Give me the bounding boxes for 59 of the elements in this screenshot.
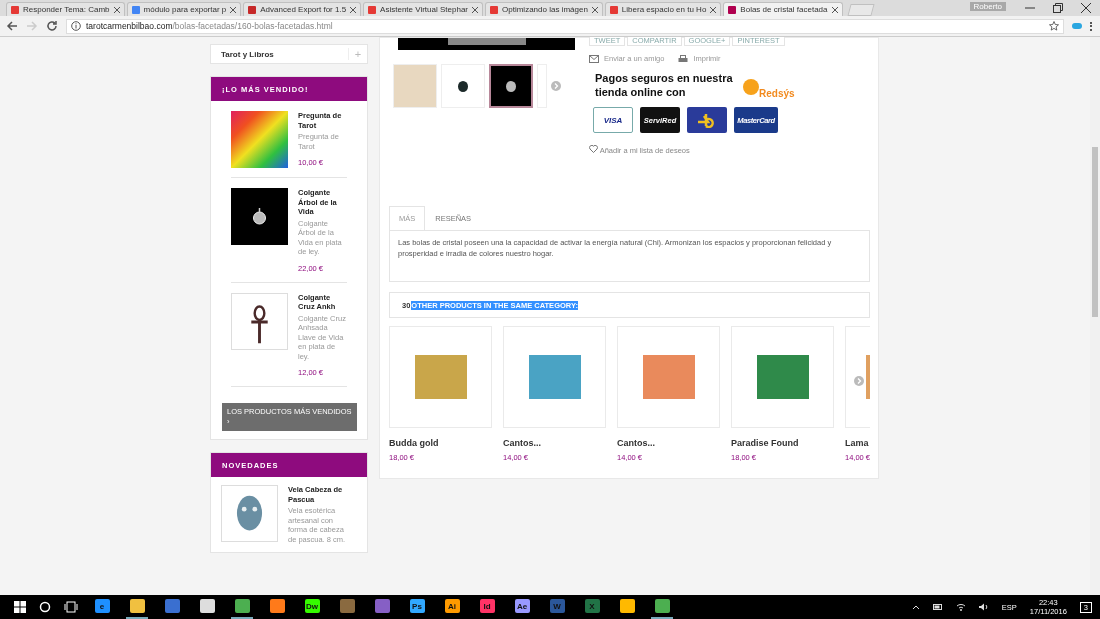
search-icon[interactable] [39,601,51,613]
close-icon[interactable] [113,6,120,13]
favicon-icon [368,5,377,14]
cd-cover-image [642,355,695,399]
reload-icon[interactable] [46,20,58,32]
windows-logo-icon[interactable] [14,601,26,613]
category-label: Tarot y Libros [221,49,274,59]
close-icon[interactable] [710,6,717,13]
product-name[interactable]: Paradise Found [731,438,834,448]
address-bar[interactable]: tarotcarmenbilbao.com/bolas-facetadas/160-bolas-facetadas.html [66,18,1064,34]
favicon-icon [131,5,140,14]
chevron-up-icon[interactable] [911,604,920,610]
product-name[interactable]: Cantos... [503,438,606,448]
payment-card-logo [687,107,727,133]
ankh-pendant-image[interactable] [231,292,288,350]
cd-cover-image [414,355,467,399]
favicon-icon [728,5,737,14]
info-icon [71,21,81,31]
product-card[interactable] [731,326,834,428]
favicon-icon [11,5,19,14]
product-name[interactable]: Cantos... [617,438,720,448]
mask-image[interactable] [221,485,278,542]
favicon-icon [248,5,257,14]
close-icon[interactable] [831,6,838,13]
close-icon[interactable] [591,6,598,13]
secure-payment-text: Pagos seguros en nuestra tienda online con [595,71,734,99]
product-card[interactable] [503,326,606,428]
product-name[interactable]: Budda gold [389,438,492,448]
envelope-icon [589,54,599,63]
product-card[interactable] [617,326,720,428]
redsys-logo: Redsýs [743,79,795,99]
rainbow-image[interactable] [231,111,288,168]
browser-tab[interactable]: Bolas de cristal facetada [723,2,843,16]
product-name[interactable]: Lama [845,438,870,448]
browser-tab[interactable]: Advanced Export for 1.5 [243,2,362,16]
heart-icon [589,145,598,153]
volume-icon[interactable] [978,603,989,611]
browser-tab[interactable]: Responder Tema: Camb [6,2,125,16]
browser-tab[interactable]: Optimizando las imágen [485,2,603,16]
pendant-image[interactable] [231,188,288,245]
browser-tab[interactable]: Libera espacio en tu Ho [604,2,722,16]
category-item[interactable]: Tarot y Libros + [210,44,368,64]
favicon-icon [490,5,498,14]
cd-cover-image [756,355,809,399]
bookmark-star-icon[interactable] [1049,21,1059,31]
favicon-icon [609,5,618,14]
battery-icon[interactable] [932,604,943,610]
browser-tab[interactable]: Asistente Virtual Stephar [363,2,483,16]
browser-tab[interactable]: módulo para exportar p [126,2,242,16]
payment-card-logo: VISA [593,107,633,133]
back-icon[interactable] [6,20,18,32]
thumbnail[interactable] [489,64,533,108]
close-icon[interactable] [350,6,357,13]
wifi-icon[interactable] [955,603,966,611]
cd-cover-image [528,355,581,399]
close-icon[interactable] [472,6,478,13]
printer-icon [678,54,689,63]
close-icon[interactable] [230,6,237,13]
task-view-icon[interactable] [64,601,78,613]
